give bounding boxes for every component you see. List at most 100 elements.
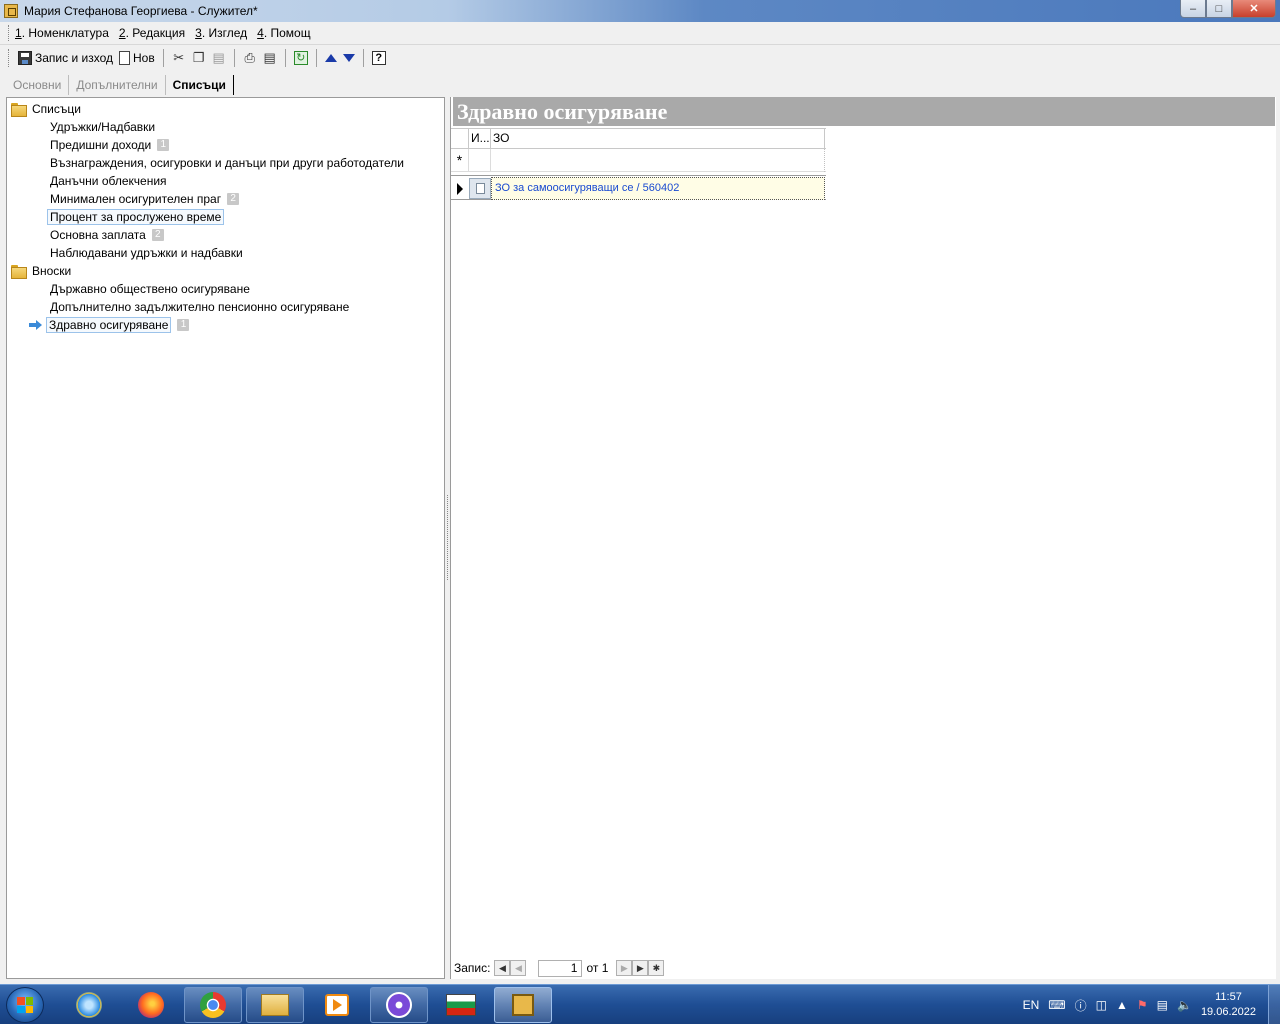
language-indicator[interactable]: EN [1023,998,1040,1012]
new-button[interactable]: Нов [116,48,158,68]
row-selector-header [451,129,469,148]
tree-item-previous-income[interactable]: Предишни доходи 1 [50,136,170,153]
app-icon [4,4,18,18]
start-button[interactable] [6,987,44,1023]
menu-help[interactable]: 4. Помощ [257,26,310,40]
count-badge: 1 [157,138,170,151]
internet-explorer-icon [76,992,102,1018]
toolbar-grip[interactable] [8,49,11,67]
previous-record-button[interactable]: ◀ [510,960,527,976]
media-player-icon [325,994,349,1016]
tree-item-base-salary[interactable]: Основна заплата 2 [50,226,164,243]
taskbar-file-explorer[interactable] [246,987,304,1023]
refresh-icon: ↻ [293,51,308,65]
refresh-button[interactable]: ↻ [291,48,311,68]
tree-item-supplementary-pension[interactable]: Допълнително задължително пенсионно осиг… [50,298,349,315]
taskbar-internet-explorer[interactable] [60,987,118,1023]
record-navigator: Запис: ◀ ◀ 1 от 1 ▶ ▶ ✱ [452,958,1272,978]
minimize-button[interactable]: – [1180,0,1206,18]
display-settings-icon[interactable]: ◫ [1096,998,1107,1012]
paste-icon: ▤ [212,50,225,65]
grid-spacer [451,172,826,176]
table-row[interactable]: ЗО за самоосигуряващи се / 560402 [451,177,826,200]
network-icon[interactable]: ▤ [1157,998,1168,1012]
cut-icon: ✂ [173,50,185,65]
menu-bar: 1. Номенклатура 2. Редакция 3. Изглед 4.… [0,22,1280,45]
save-icon [18,51,32,65]
tab-main[interactable]: Основни [6,75,70,95]
firefox-icon [138,992,164,1018]
menu-grip[interactable] [8,25,11,41]
tree-item-watched-deductions[interactable]: Наблюдавани удръжки и надбавки [50,244,243,261]
maximize-button[interactable]: □ [1206,0,1232,18]
help-button[interactable]: ? [369,48,389,68]
print-button[interactable]: ⎙ [240,48,260,68]
splitter-grip[interactable] [447,495,449,580]
move-down-button[interactable] [340,48,358,68]
menu-edit[interactable]: 2. Редакция [119,26,185,40]
tree-item-other-employers[interactable]: Възнаграждения, осигуровки и данъци при … [50,154,404,171]
copy-button[interactable]: ❐ [189,48,209,68]
tab-strip: Основни Допълнителни Списъци [6,73,234,97]
toolbar-separator [315,49,317,67]
tree-item-seniority-percent[interactable]: Процент за прослужено време [47,208,225,225]
section-title: Здравно осигуряване [453,97,1275,126]
taskbar-firefox[interactable] [122,987,180,1023]
new-row[interactable]: * [451,149,826,172]
show-desktop-button[interactable] [1268,985,1280,1024]
tab-additional[interactable]: Допълнителни [69,75,166,95]
help-tray-icon[interactable]: ⓘ [1075,997,1087,1014]
tree-group-lists[interactable]: Списъци [11,100,81,117]
taskbar-chrome[interactable] [184,987,242,1023]
action-center-flag-icon[interactable]: ⚑ [1137,998,1148,1012]
print-preview-button[interactable]: ▤ [260,48,280,68]
toolbar-separator [162,49,164,67]
clock[interactable]: 11:57 19.06.2022 [1201,990,1256,1020]
show-hidden-icons-icon[interactable]: ▲ [1116,998,1128,1012]
paste-button[interactable]: ▤ [209,48,229,68]
copy-icon: ❐ [192,50,205,65]
volume-icon[interactable]: 🔈 [1177,998,1192,1012]
save-exit-button[interactable]: Запис и изход [15,48,116,68]
first-record-button[interactable]: ◀ [494,960,511,976]
row-zo-cell[interactable]: ЗО за самоосигуряващи се / 560402 [491,177,825,200]
menu-view[interactable]: 3. Изглед [195,26,247,40]
help-icon: ? [371,51,386,65]
toolbar-separator [233,49,235,67]
toolbar: Запис и изход Нов ✂ ❐ ▤ ⎙ ▤ ↻ ? [0,46,1280,70]
move-up-button[interactable] [322,48,340,68]
tree-item-health-insurance[interactable]: Здравно осигуряване 1 [29,316,190,333]
folder-icon [11,264,27,279]
last-record-button[interactable]: ▶ [632,960,649,976]
taskbar-payroll-app[interactable] [432,987,490,1023]
tree-group-contributions[interactable]: Вноски [11,262,71,279]
record-count: от 1 [586,961,609,975]
tree-item-tax-relief[interactable]: Данъчни облекчения [50,172,167,189]
count-badge: 1 [177,318,190,331]
tree-item-deductions[interactable]: Удръжки/Надбавки [50,118,155,135]
next-record-button[interactable]: ▶ [616,960,633,976]
tab-lists[interactable]: Списъци [166,75,234,95]
tree-item-min-insurance-threshold[interactable]: Минимален осигурителен праг 2 [50,190,240,207]
new-record-button[interactable]: ✱ [648,960,665,976]
current-row-indicator [451,177,469,200]
folder-icon [11,102,27,117]
taskbar-current-app[interactable] [494,987,552,1023]
document-icon [475,183,485,194]
menu-nomenclature[interactable]: 1. Номенклатура [15,26,109,40]
tree-item-state-social-insurance[interactable]: Държавно обществено осигуряване [50,280,250,297]
taskbar-media-player[interactable] [308,987,366,1023]
window-title: Мария Стефанова Георгиева - Служител* [24,4,258,18]
cut-button[interactable]: ✂ [169,48,189,68]
new-row-marker: * [451,149,469,172]
keyboard-icon[interactable]: ⌨ [1048,998,1065,1012]
row-document-cell[interactable] [469,178,491,199]
new-row-cell-zo[interactable] [491,149,825,172]
record-number-input[interactable]: 1 [538,959,583,977]
title-bar: Мария Стефанова Георгиева - Служител* – … [0,0,1280,22]
column-header-zo[interactable]: ЗО [491,129,825,148]
close-button[interactable]: ✕ [1232,0,1276,18]
taskbar-viber[interactable] [370,987,428,1023]
column-header-id[interactable]: И... [469,129,491,148]
new-row-cell-id[interactable] [469,149,491,172]
